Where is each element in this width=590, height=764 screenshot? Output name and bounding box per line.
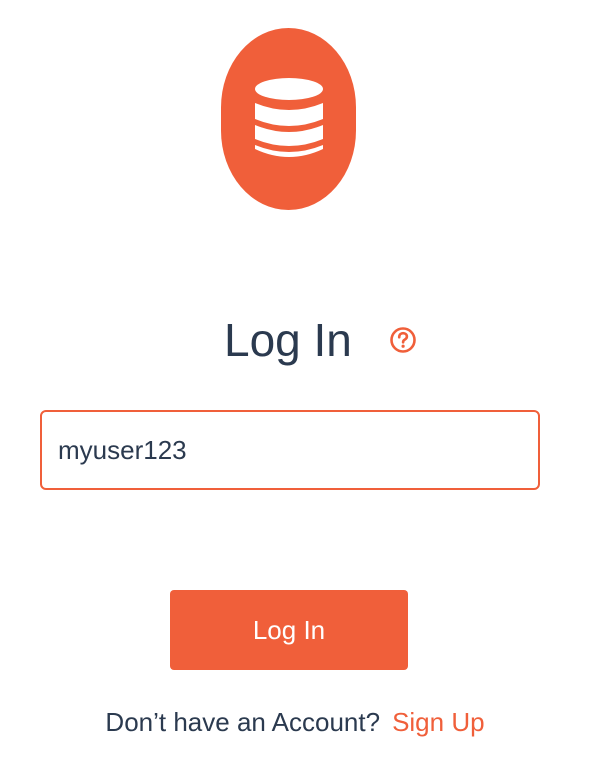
app-logo [221,28,356,210]
title-row: Log In [0,308,590,372]
signup-prompt-text: Don’t have an Account? [105,707,381,737]
username-input[interactable] [40,410,540,490]
help-circle-icon[interactable] [389,326,417,354]
database-icon [254,78,323,157]
login-button[interactable]: Log In [170,590,408,670]
page-title: Log In [224,314,352,366]
signup-link[interactable]: Sign Up [392,707,485,737]
help-circle-icon-graphic [390,327,416,353]
signup-prompt-row: Don’t have an Account? Sign Up [0,700,590,744]
